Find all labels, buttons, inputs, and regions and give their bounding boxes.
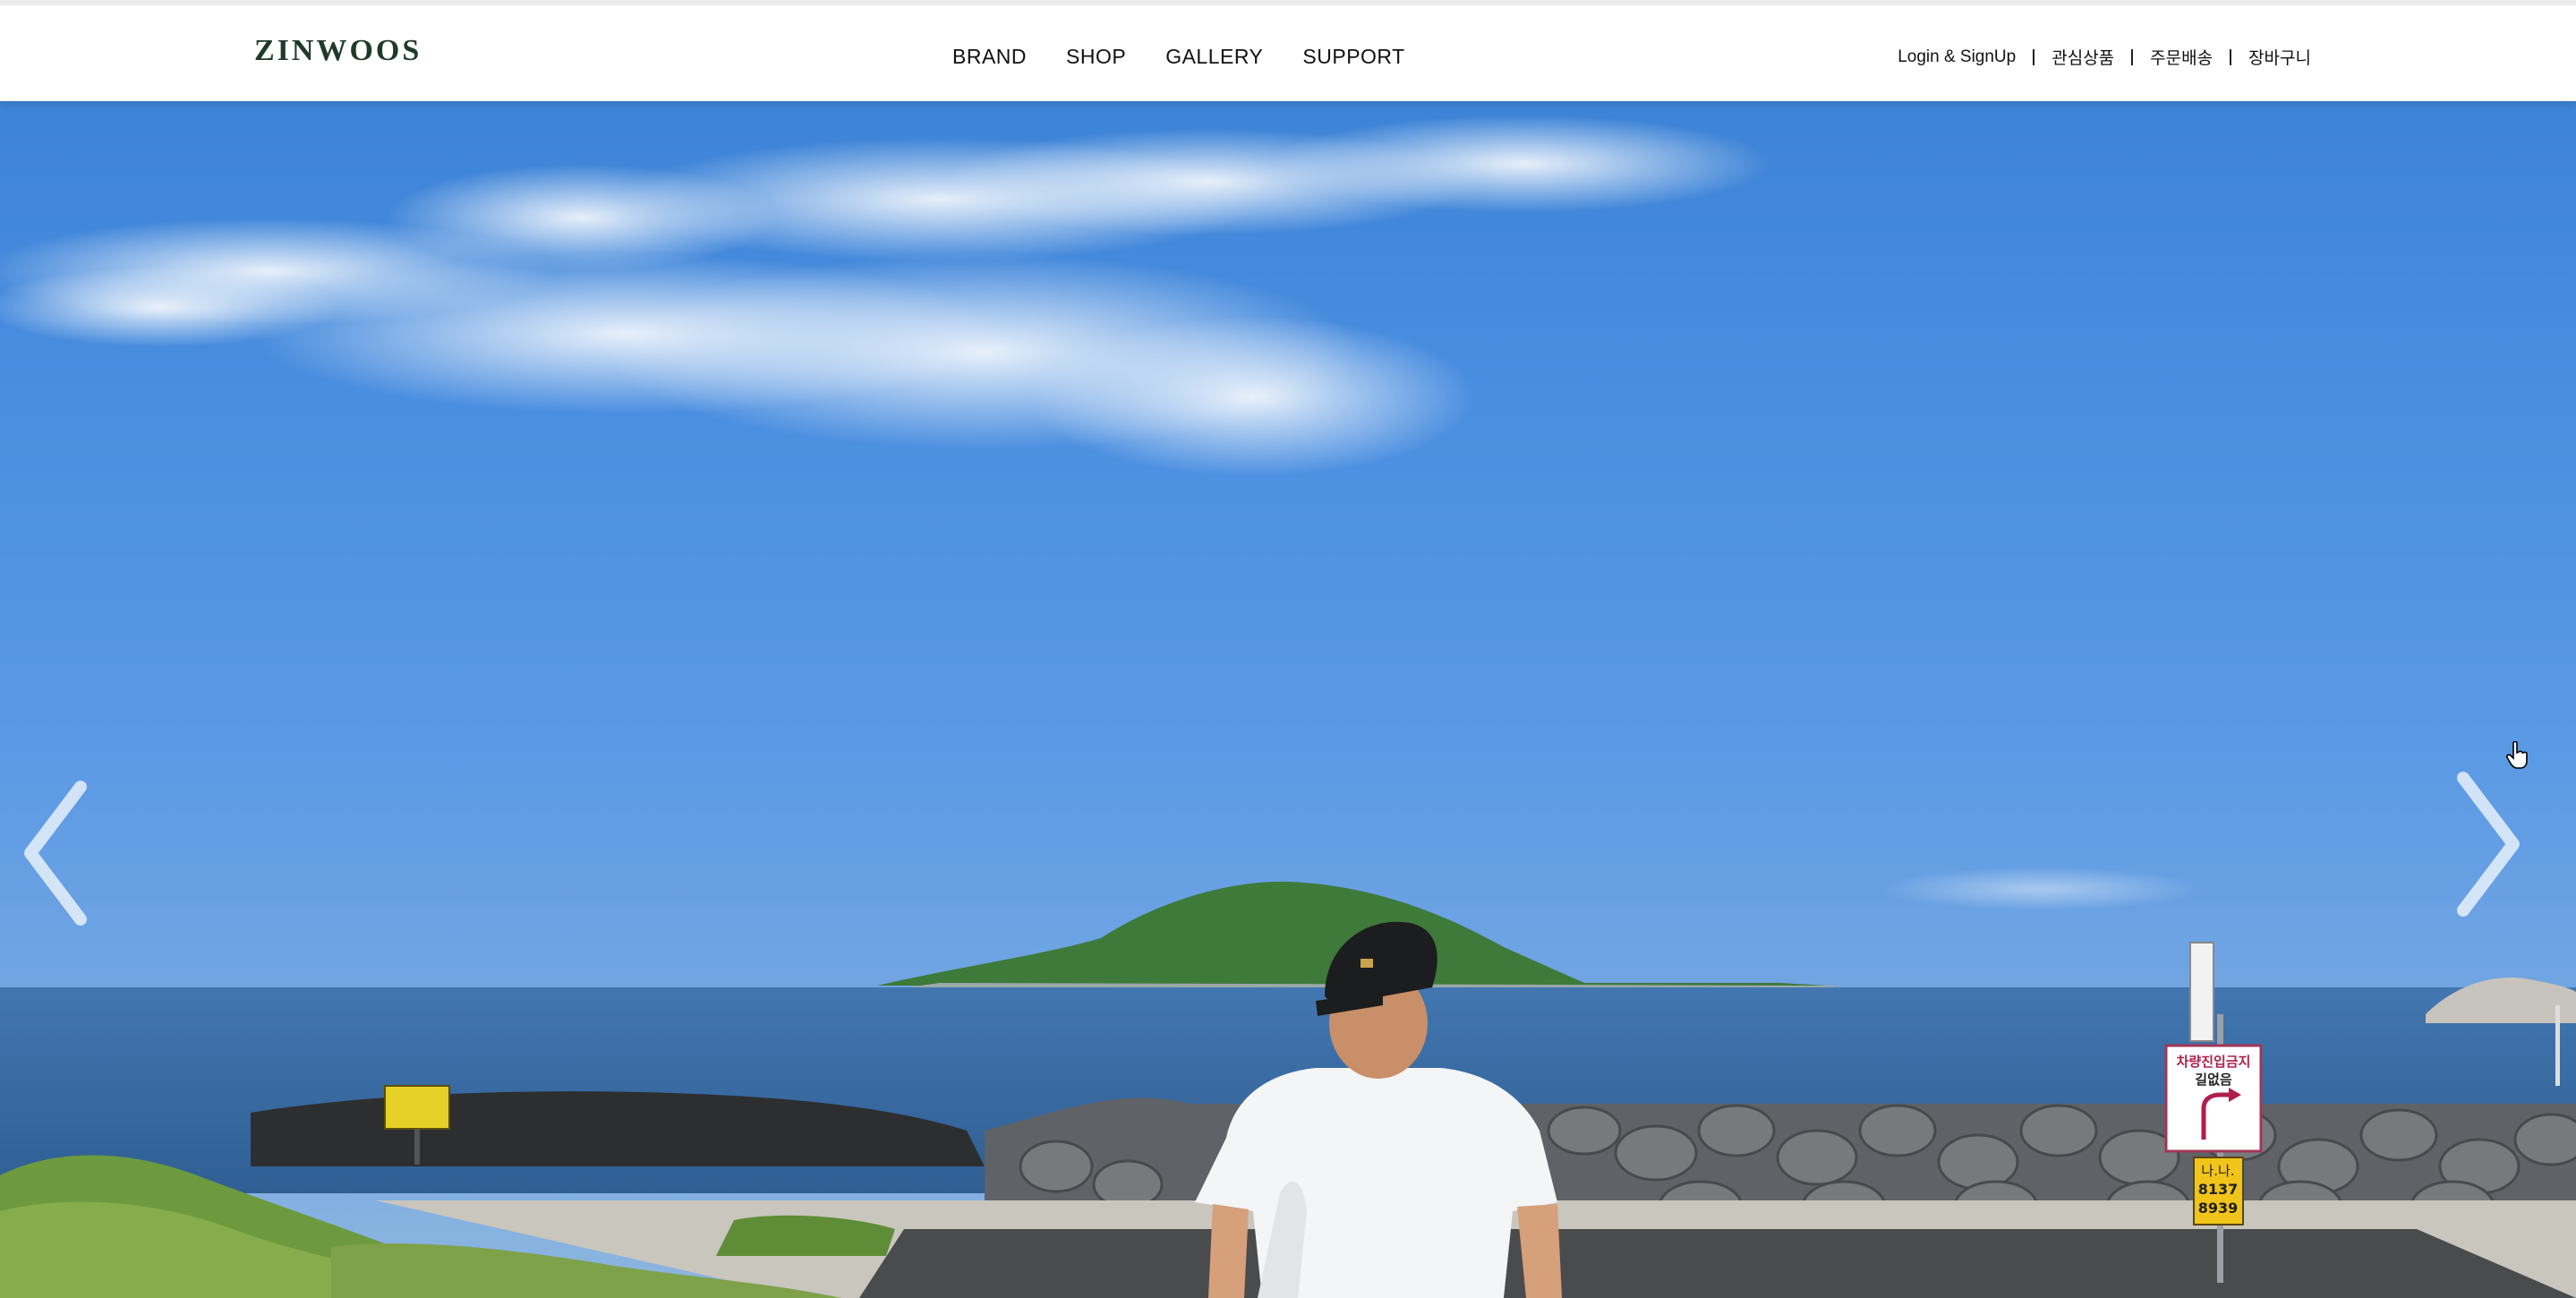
clouds [0, 115, 2202, 911]
utility-links: Login & SignUp 관심상품 주문배송 장바구니 [1898, 45, 2311, 69]
cart-link[interactable]: 장바구니 [2248, 45, 2311, 69]
site-logo[interactable]: ZINWOOS [254, 34, 422, 68]
nav-gallery[interactable]: GALLERY [1165, 45, 1263, 69]
nav-support[interactable]: SUPPORT [1302, 45, 1404, 69]
slider-next-button[interactable] [2452, 764, 2524, 925]
svg-text:차량진입금지: 차량진입금지 [2177, 1054, 2251, 1070]
svg-text:나.나.: 나.나. [2201, 1163, 2234, 1179]
nav-brand[interactable]: BRAND [952, 45, 1027, 69]
svg-text:8137: 8137 [2198, 1181, 2239, 1198]
svg-text:길없음: 길없음 [2195, 1072, 2232, 1088]
slider-prev-button[interactable] [18, 773, 90, 934]
svg-text:8939: 8939 [2198, 1200, 2239, 1217]
chevron-left-icon [24, 781, 87, 926]
main-nav: BRAND SHOP GALLERY SUPPORT [952, 45, 1405, 69]
site-header: ZINWOOS BRAND SHOP GALLERY SUPPORT Login… [0, 0, 2576, 101]
divider [2131, 48, 2134, 65]
divider [2230, 48, 2232, 65]
divider [2033, 48, 2035, 65]
chevron-right-icon [2457, 772, 2520, 917]
wishlist-link[interactable]: 관심상품 [2051, 45, 2114, 69]
hero-slide-image: 차량진입금지 길없음 나.나. 8137 8939 [0, 115, 2576, 1298]
order-tracking-link[interactable]: 주문배송 [2150, 45, 2213, 69]
hand-cursor-icon [2506, 741, 2528, 769]
hero-slider: 차량진입금지 길없음 나.나. 8137 8939 [0, 101, 2576, 1298]
nav-shop[interactable]: SHOP [1066, 45, 1126, 69]
login-signup-link[interactable]: Login & SignUp [1898, 47, 2016, 67]
